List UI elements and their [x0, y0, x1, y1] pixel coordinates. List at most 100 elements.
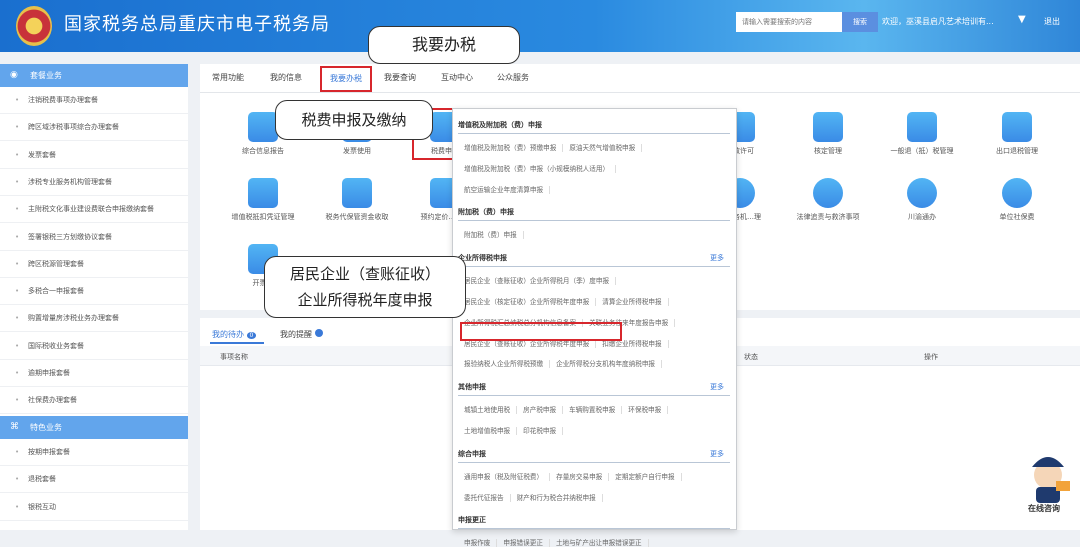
dropdown-menu-item[interactable]: 居民企业（核定征收）企业所得税年度申报 — [464, 298, 597, 306]
dropdown-menu-item[interactable]: 城镇土地使用税 — [464, 406, 518, 415]
dropdown-section-title: 附加税（费）申报 — [458, 207, 730, 222]
function-tile[interactable]: 税务代保管资金收取 — [312, 178, 402, 223]
dropdown-menu-item[interactable]: 居民企业（查账征收）企业所得税月（季）度申报 — [464, 277, 617, 286]
more-link[interactable]: 更多 — [710, 382, 724, 392]
sidebar-item[interactable]: 主附税文化事业建设费联合申报缴纳套餐 — [0, 196, 188, 224]
dropdown-menu-item[interactable]: 申报作废 — [464, 539, 498, 547]
dropdown-menu-item[interactable]: 增值税及附加税（费）预缴申报 — [464, 144, 564, 152]
nav-tab[interactable]: 我的信息 — [270, 72, 302, 83]
dropdown-row: 申报作废 申报错误更正 土地与矿产出让申报错误更正 — [464, 537, 655, 547]
dropdown-section-title: 企业所得税申报 更多 — [458, 253, 730, 268]
todo-count-badge: 0 — [246, 332, 257, 339]
nav-tab[interactable]: 互动中心 — [441, 72, 473, 83]
function-tile[interactable]: 一般退（抵）税管理 — [877, 112, 967, 157]
welcome-user[interactable]: 欢迎，巫溪县启凡艺术培训有... — [882, 16, 994, 27]
nav-tab[interactable]: 公众服务 — [497, 72, 529, 83]
sidebar-item[interactable]: 购置增量房涉税业务办理套餐 — [0, 305, 188, 333]
function-icon — [813, 178, 843, 208]
tab-my-reminders[interactable]: 我的提醒 — [280, 329, 323, 340]
tab-my-todo[interactable]: 我的待办 0 — [212, 329, 257, 340]
sidebar-item[interactable]: 银税互动 — [0, 494, 188, 521]
sidebar-item[interactable]: 签署银税三方划缴协议套餐 — [0, 224, 188, 251]
dropdown-menu-item[interactable]: 原油天然气增值税申报 — [569, 144, 643, 152]
sidebar-item[interactable]: 多税合一申报套餐 — [0, 278, 188, 306]
function-tile[interactable]: 川渝通办 — [877, 178, 967, 223]
sidebar-item[interactable]: 退税套餐 — [0, 466, 188, 494]
function-icon — [907, 112, 937, 142]
sidebar-item[interactable]: 逾期申报套餐 — [0, 360, 188, 387]
function-tile[interactable]: 出口退税管理 — [972, 112, 1062, 157]
tab-label: 我的待办 — [212, 330, 244, 339]
function-tile[interactable]: 增值税抵扣凭证管理 — [218, 178, 308, 223]
dropdown-section-title: 增值税及附加税（费）申报 — [458, 120, 730, 134]
sidebar-item[interactable]: 注销税费事项办理套餐 — [0, 87, 188, 114]
callout-annual-cit: 居民企业（查账征收） 企业所得税年度申报 — [264, 256, 466, 318]
search-input[interactable] — [736, 12, 842, 32]
function-tile[interactable]: 法律追责与救济事项 — [783, 178, 873, 223]
more-link[interactable]: 更多 — [710, 449, 724, 459]
dropdown-section-title: 其他申报 更多 — [458, 382, 730, 397]
dropdown-menu-item[interactable]: 存量房交易申报 — [556, 472, 610, 481]
divider — [200, 92, 1080, 93]
online-consult-label[interactable]: 在线咨询 — [1028, 503, 1060, 514]
section-label: 套餐业务 — [30, 71, 62, 80]
dropdown-menu-item[interactable]: 环保税申报 — [628, 406, 669, 415]
nav-tab[interactable]: 常用功能 — [212, 72, 244, 83]
section-title: 附加税（费）申报 — [458, 208, 514, 217]
dropdown-section-title: 申报更正 — [458, 515, 730, 530]
dropdown-section-title: 综合申报 更多 — [458, 449, 730, 463]
sidebar-section-packages[interactable]: ◉ 套餐业务 — [0, 64, 188, 87]
chevron-down-icon[interactable]: ▼ — [1018, 14, 1026, 25]
tile-label: 税务代保管资金收取 — [325, 213, 389, 221]
tile-label: 综合信息报告 — [242, 147, 284, 155]
function-icon — [907, 178, 937, 208]
dropdown-menu-item[interactable]: 申报错误更正 — [503, 539, 550, 547]
dropdown-menu-item[interactable]: 清算企业所得税申报 — [602, 298, 669, 306]
highlight-annual-cit — [460, 322, 622, 341]
section-title: 企业所得税申报 — [458, 254, 507, 263]
more-link[interactable]: 更多 — [710, 253, 724, 263]
section-title: 增值税及附加税（费）申报 — [458, 121, 542, 129]
dropdown-menu-item[interactable]: 增值税及附加税（费）申报（小规模纳税人适用） — [464, 164, 617, 173]
dropdown-menu-item[interactable]: 通用申报（税及附征税费） — [464, 472, 551, 481]
dropdown-menu-item[interactable]: 航空运输企业年度清算申报 — [464, 185, 551, 194]
dropdown-menu-item[interactable]: 附加税（费）申报 — [464, 231, 524, 240]
dropdown-menu-item[interactable]: 印花税申报 — [523, 427, 564, 435]
dropdown-menu-item[interactable]: 定期定额户自行申报 — [615, 472, 682, 481]
dropdown-menu-item[interactable]: 企业所得税分支机构年度纳税申报 — [556, 360, 663, 369]
nav-tab[interactable]: 我要查询 — [384, 72, 416, 83]
sidebar-item[interactable]: 国际税收业务套餐 — [0, 333, 188, 360]
tab-wo-yao-ban-shui[interactable]: 我要办税 — [320, 66, 372, 92]
dropdown-menu-item[interactable]: 土地增值税申报 — [464, 427, 518, 435]
sidebar-item[interactable]: 跨区税源管理套餐 — [0, 251, 188, 278]
sidebar-item[interactable]: 社保费办理套餐 — [0, 387, 188, 415]
sidebar-section-featured[interactable]: ⌘ 特色业务 — [0, 416, 188, 439]
dropdown-row: 航空运输企业年度清算申报 — [464, 184, 556, 194]
sidebar-item[interactable]: 发票套餐 — [0, 142, 188, 169]
function-icon — [1002, 178, 1032, 208]
sidebar-item[interactable]: 按期申报套餐 — [0, 439, 188, 466]
dropdown-menu-item[interactable]: 土地与矿产出让申报错误更正 — [555, 539, 649, 547]
dropdown-row: 土地增值税申报 印花税申报 — [464, 425, 569, 435]
col-status: 状态 — [744, 353, 758, 361]
dropdown-row: 通用申报（税及附征税费） 存量房交易申报 定期定额户自行申报 — [464, 471, 688, 481]
dropdown-menu-item[interactable]: 财产和行为税合并纳税申报 — [516, 493, 603, 502]
callout-line: 企业所得税年度申报 — [297, 291, 433, 309]
function-icon — [248, 178, 278, 208]
function-tile[interactable]: 单位社保费 — [972, 178, 1062, 223]
sidebar-item[interactable]: 跨区域涉税事项综合办理套餐 — [0, 114, 188, 142]
tile-label: 一般退（抵）税管理 — [890, 147, 954, 155]
dropdown-row: 委托代征报告 财产和行为税合并纳税申报 — [464, 492, 609, 502]
dropdown-menu-item[interactable]: 报验纳税人企业所得税预缴 — [464, 360, 551, 369]
logout-link[interactable]: 退出 — [1044, 16, 1060, 27]
function-tile[interactable]: 核定管理 — [783, 112, 873, 157]
function-icon — [342, 178, 372, 208]
search-button[interactable]: 搜索 — [842, 12, 878, 32]
dropdown-menu-item[interactable]: 委托代征报告 — [464, 493, 511, 502]
section-label: 特色业务 — [30, 423, 62, 432]
dropdown-menu-item[interactable]: 房产税申报 — [523, 406, 564, 415]
dropdown-menu-item[interactable]: 车辆购置税申报 — [569, 406, 623, 415]
callout-tax-declaration: 税费申报及缴纳 — [275, 100, 433, 140]
tile-label: 增值税抵扣凭证管理 — [231, 213, 295, 221]
sidebar-item[interactable]: 涉税专业服务机构管理套餐 — [0, 169, 188, 196]
